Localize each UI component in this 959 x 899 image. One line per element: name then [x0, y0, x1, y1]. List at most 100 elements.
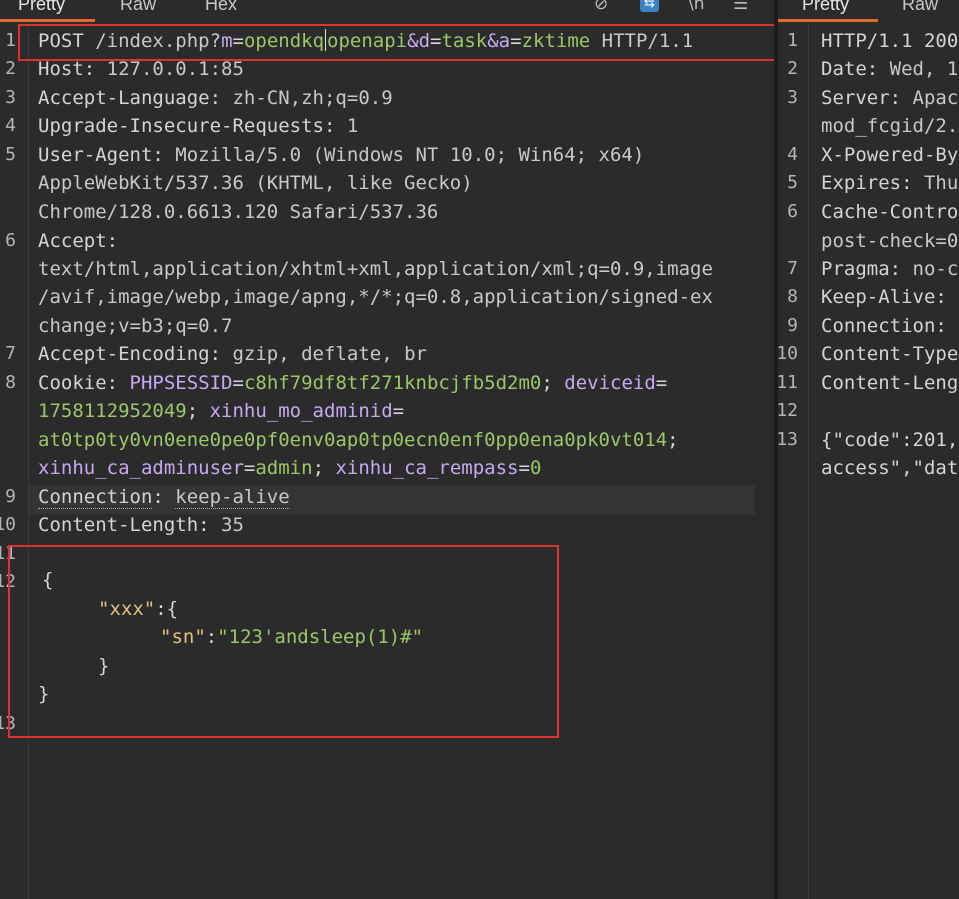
header-value: Mozilla/5.0 (Windows NT 10.0; Win64; x64… [175, 144, 645, 166]
cookie-line-wrap: at0tp0ty0vn0ene0pe0pf0env0ap0tp0ecn0enf0… [38, 429, 679, 451]
line-number: 10 [0, 514, 16, 535]
header-line[interactable]: Accept-Language: zh-CN,zh;q=0.9 [38, 84, 393, 112]
line-number: 3 [787, 87, 798, 108]
header-line[interactable]: Cache-Contro [821, 198, 958, 226]
tab-pretty[interactable]: Pretty [18, 0, 65, 15]
line-number: 6 [5, 230, 16, 251]
header-name: Cache-Contro [821, 201, 959, 223]
cookie-value: c8hf79df8tf271knbcjfb5d2m0 [243, 372, 542, 394]
header-line[interactable]: User-Agent: Mozilla/5.0 (Windows NT 10.0… [38, 141, 644, 169]
header-value: Wed, 1 [889, 58, 959, 80]
response-body-line[interactable]: {"code":201, [821, 426, 958, 454]
tab-hex[interactable]: Hex [205, 0, 237, 15]
line-number: 7 [5, 343, 16, 364]
line-number: 3 [5, 87, 16, 108]
header-value: post-check=0 [821, 230, 959, 252]
wrap-toggle-icon[interactable]: ⇆ [640, 0, 659, 12]
header-value: mod_fcgid/2. [821, 115, 959, 137]
header-value: gzip, deflate, br [232, 343, 427, 365]
cookie-line-wrap: 1758112952049; xinhu_mo_adminid= [38, 400, 405, 422]
cookie-value: at0tp0ty0vn0ene0pe0pf0env0ap0tp0ecn0enf0… [38, 429, 668, 451]
header-line-wrap: /avif,image/webp,image/apng,*/*;q=0.8,ap… [38, 283, 713, 311]
header-name: Cookie [38, 372, 107, 394]
line-number: 9 [787, 315, 798, 336]
cookie-value: admin [255, 457, 313, 479]
header-line[interactable]: Content-Type [821, 340, 958, 368]
line-number: 12 [778, 400, 798, 421]
header-name: User-Agent [38, 144, 153, 166]
header-value: 35 [221, 514, 244, 536]
header-value: /avif,image/webp,image/apng,*/*;q=0.8,ap… [38, 286, 713, 308]
line-number: 8 [5, 372, 16, 393]
header-line[interactable]: X-Powered-By [821, 141, 958, 169]
header-line-wrap: mod_fcgid/2. [821, 112, 958, 140]
header-line-wrap: post-check=0 [821, 227, 958, 255]
request-pane: Pretty Raw Hex ⊘ ⇆ \n ☰ 1 2 3 4 5 6 7 8 … [0, 0, 775, 899]
header-line[interactable]: Accept-Encoding: gzip, deflate, br [38, 340, 427, 368]
line-number: 8 [787, 286, 798, 307]
header-line-wrap: Chrome/128.0.6613.120 Safari/537.36 [38, 198, 438, 226]
header-line[interactable]: Upgrade-Insecure-Requests: 1 [38, 112, 358, 140]
header-value: keep-alive [175, 486, 290, 509]
line-number: 11 [778, 372, 798, 393]
header-name: Pragma [821, 258, 890, 280]
cookie-value: 0 [529, 457, 542, 479]
cookie-name: xinhu_ca_rempass [335, 457, 519, 479]
header-line[interactable]: Keep-Alive: [821, 283, 947, 311]
header-line[interactable]: Content-Length: 35 [38, 511, 244, 539]
header-name: Accept [38, 230, 107, 252]
header-name: Content-Length [38, 514, 199, 536]
cookie-name: xinhu_ca_adminuser [38, 457, 244, 479]
line-number: 6 [787, 201, 798, 222]
response-tabs: Pretty Raw [778, 0, 959, 22]
line-number: 5 [5, 144, 16, 165]
line-number: 4 [787, 144, 798, 165]
line-number: 2 [5, 58, 16, 79]
cookie-name: xinhu_mo_adminid [209, 400, 393, 422]
cookie-name: deviceid [564, 372, 656, 394]
header-line[interactable]: Server: Apac [821, 84, 958, 112]
header-line[interactable]: Connection: keep-alive [38, 483, 290, 511]
newline-icon[interactable]: \n [688, 0, 705, 14]
header-value: 1 [346, 115, 359, 137]
cookie-value: 1758112952049 [38, 400, 187, 422]
header-value: AppleWebKit/537.36 (KHTML, like Gecko) [38, 172, 473, 194]
request-tabs: Pretty Raw Hex ⊘ ⇆ \n ☰ [0, 0, 775, 22]
tab-pretty[interactable]: Pretty [802, 0, 849, 15]
header-name: Content-Leng [821, 372, 959, 394]
line-number: 1 [5, 30, 16, 51]
header-value: Apac [912, 87, 959, 109]
header-line[interactable]: Expires: Thu [821, 169, 958, 197]
header-line[interactable]: Pragma: no-c [821, 255, 958, 283]
line-number: 13 [778, 429, 798, 450]
menu-icon[interactable]: ☰ [733, 0, 748, 14]
header-name: Host [38, 58, 84, 80]
line-number: 9 [5, 486, 16, 507]
tab-raw[interactable]: Raw [120, 0, 156, 15]
header-value: Thu [923, 172, 959, 194]
header-line[interactable]: Date: Wed, 1 [821, 55, 958, 83]
header-line[interactable]: Connection: [821, 312, 947, 340]
line-number: 2 [787, 58, 798, 79]
highlight-box-json-body [8, 545, 559, 738]
header-line[interactable]: Content-Leng [821, 369, 958, 397]
header-name: Accept-Language [38, 87, 210, 109]
cookie-name: PHPSESSID [129, 372, 233, 394]
header-line[interactable]: Accept: [38, 227, 118, 255]
header-name: Upgrade-Insecure-Requests [38, 115, 324, 137]
header-value: change;v=b3;q=0.7 [38, 315, 233, 337]
header-line-wrap: AppleWebKit/537.36 (KHTML, like Gecko) [38, 169, 473, 197]
header-name: Connection [38, 486, 153, 509]
eye-slash-icon[interactable]: ⊘ [594, 0, 608, 14]
line-number: 4 [5, 115, 16, 136]
header-value: 127.0.0.1:85 [106, 58, 244, 80]
tab-raw[interactable]: Raw [902, 0, 938, 15]
status-line[interactable]: HTTP/1.1 200 [821, 27, 958, 55]
response-body-line-wrap: access","dat [821, 457, 959, 479]
header-line-wrap: change;v=b3;q=0.7 [38, 312, 232, 340]
line-number: 10 [778, 343, 798, 364]
line-number: 1 [787, 30, 798, 51]
response-pane: Pretty Raw 1 2 3 4 5 6 7 8 9 10 11 12 13… [778, 0, 959, 899]
header-line-wrap: text/html,application/xhtml+xml,applicat… [38, 255, 713, 283]
cookie-line[interactable]: Cookie: PHPSESSID=c8hf79df8tf271knbcjfb5… [38, 369, 667, 397]
